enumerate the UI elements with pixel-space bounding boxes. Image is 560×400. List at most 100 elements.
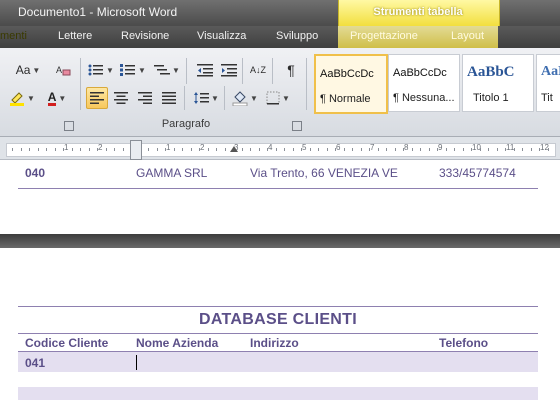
style-name: Titolo 1 (473, 92, 509, 104)
ruler-tick (454, 148, 455, 151)
bullets-button[interactable]: ▼ (86, 59, 116, 81)
style-titolo-1[interactable]: AaBbC Titolo 1 (462, 54, 534, 112)
group-separator (306, 58, 307, 110)
ruler-tick (471, 148, 472, 151)
ruler-tick (497, 148, 498, 151)
tab-progettazione[interactable]: Progettazione (350, 30, 418, 42)
style-preview: AaBbC (467, 64, 515, 80)
style-titolo-2[interactable]: AaB Tit (536, 54, 560, 112)
ruler-tick (522, 148, 523, 151)
align-left-button[interactable] (86, 87, 108, 109)
ruler-tick (97, 148, 98, 151)
shading-button[interactable]: ▼ (230, 87, 260, 109)
ruler-tick (429, 148, 430, 151)
ruler-tick (361, 148, 362, 151)
show-formatting-button[interactable]: ¶ (280, 59, 302, 81)
font-color-button[interactable]: A ▼ (42, 87, 72, 109)
ruler-number: 7 (370, 143, 375, 152)
sort-button[interactable]: A↓Z (246, 59, 270, 81)
ruler-number: 9 (438, 143, 443, 152)
increase-indent-button[interactable] (218, 59, 240, 81)
ruler-tick (199, 148, 200, 151)
inner-separator (224, 86, 225, 110)
font-color-icon: A (47, 89, 57, 106)
ruler-number: 1 (64, 143, 69, 152)
align-right-button[interactable] (134, 87, 156, 109)
ruler-tick (114, 148, 115, 151)
tab-riferimenti[interactable]: menti (0, 30, 27, 42)
ruler-tick (420, 148, 421, 151)
align-left-icon (90, 92, 104, 104)
borders-button[interactable]: ▼ (262, 87, 294, 109)
chevron-down-icon: ▼ (138, 65, 146, 75)
line-spacing-button[interactable]: ▼ (190, 87, 222, 109)
tab-visualizza[interactable]: Visualizza (197, 30, 246, 42)
ruler-tick (174, 148, 175, 151)
tab-layout[interactable]: Layout (451, 30, 484, 42)
column-header-phone[interactable]: Telefono (439, 336, 488, 350)
inner-separator (184, 86, 185, 110)
cell-code[interactable]: 040 (25, 166, 45, 180)
ruler-tick (21, 148, 22, 151)
table-row[interactable] (18, 352, 538, 372)
column-marker-icon[interactable] (230, 146, 238, 152)
change-case-button[interactable]: Aa ▼ (10, 59, 46, 81)
ruler-tick (344, 148, 345, 151)
ruler-tick (327, 148, 328, 151)
font-group-launcher-icon[interactable] (64, 121, 74, 131)
style-normale[interactable]: AaBbCcDc ¶ Normale (314, 54, 388, 114)
sort-icon: A↓Z (249, 65, 266, 75)
ruler-tick (157, 148, 158, 151)
paint-bucket-icon (232, 91, 248, 106)
ruler-tick (352, 148, 353, 151)
decrease-indent-button[interactable] (194, 59, 216, 81)
ruler-number: 5 (302, 143, 307, 152)
table-title[interactable]: DATABASE CLIENTI (18, 311, 538, 329)
paragraph-group-label: Paragrafo (161, 118, 211, 130)
chevron-down-icon: ▼ (32, 65, 41, 75)
column-header-code[interactable]: Codice Cliente (25, 336, 108, 350)
style-preview: AaBbCcDc (320, 68, 374, 80)
align-center-button[interactable] (110, 87, 132, 109)
ruler-tick (463, 148, 464, 151)
ruler-tick (165, 148, 166, 151)
pilcrow-icon: ¶ (287, 62, 295, 78)
style-preview: AaBbCcDc (393, 67, 447, 79)
column-header-address[interactable]: Indirizzo (250, 336, 299, 350)
paragraph-group-launcher-icon[interactable] (292, 121, 302, 131)
ruler-tick (369, 148, 370, 151)
style-preview: AaB (541, 64, 560, 79)
chevron-down-icon: ▼ (172, 65, 180, 75)
ruler-number: 6 (336, 143, 341, 152)
tab-lettere[interactable]: Lettere (58, 30, 92, 42)
change-case-label: Aa (15, 63, 31, 77)
inner-separator (186, 58, 187, 84)
style-name: Tit (541, 92, 553, 104)
cell-phone[interactable]: 333/45774574 (439, 166, 516, 180)
ruler-tick (12, 148, 13, 151)
ruler-tick (55, 148, 56, 151)
cell-address[interactable]: Via Trento, 66 VENEZIA VE (250, 166, 398, 180)
indent-marker-icon[interactable] (130, 140, 142, 160)
cell-code[interactable]: 041 (25, 356, 45, 370)
ruler-tick (276, 148, 277, 151)
clear-format-button[interactable]: A (52, 59, 74, 81)
chevron-down-icon: ▼ (58, 93, 67, 103)
tab-revisione[interactable]: Revisione (121, 30, 169, 42)
table-row[interactable] (18, 387, 538, 400)
cell-company[interactable]: GAMMA SRL (136, 166, 207, 180)
numbering-button[interactable]: ▼ (118, 59, 148, 81)
window-title: Documento1 - Microsoft Word (18, 5, 178, 19)
eraser-icon: A (56, 65, 71, 76)
align-center-icon (114, 92, 128, 104)
ruler-tick (191, 148, 192, 151)
style-nessuna-spaziatura[interactable]: AaBbCcDc ¶ Nessuna... (388, 54, 460, 112)
justify-button[interactable] (158, 87, 180, 109)
multilevel-list-button[interactable]: ▼ (152, 59, 182, 81)
highlight-button[interactable]: ▼ (6, 87, 38, 109)
highlighter-icon (10, 92, 25, 106)
tab-sviluppo[interactable]: Sviluppo (276, 30, 318, 42)
ruler-tick (488, 148, 489, 151)
column-header-company[interactable]: Nome Azienda (136, 336, 218, 350)
inner-separator (242, 58, 243, 84)
